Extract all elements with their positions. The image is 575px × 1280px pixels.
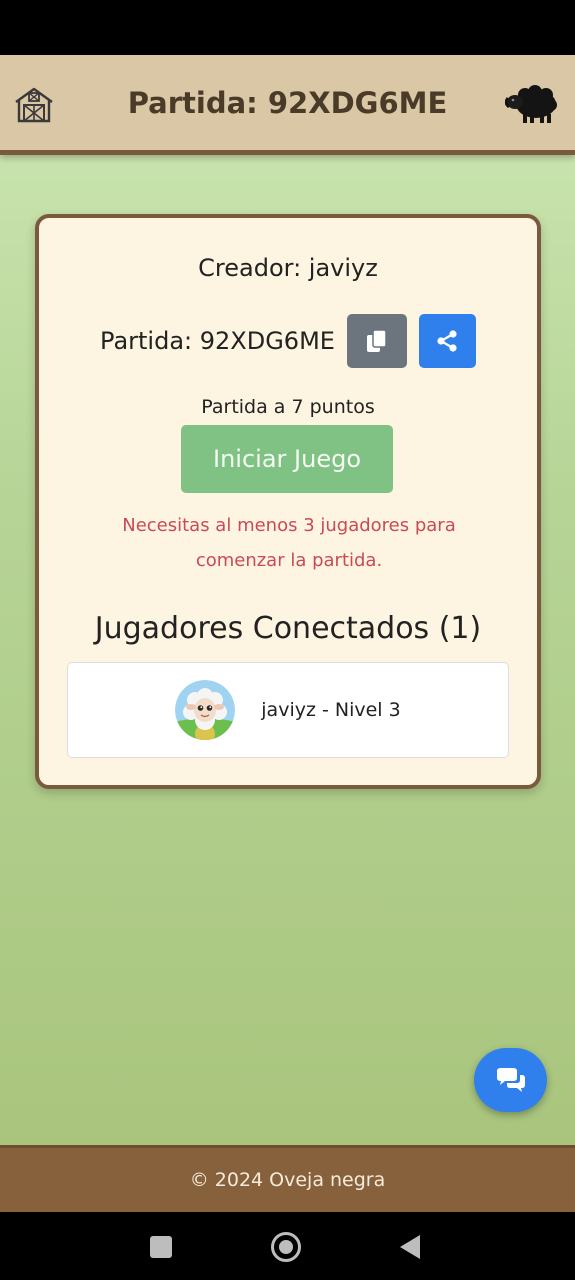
points-label: Partida a 7 puntos	[201, 396, 375, 418]
share-button[interactable]	[418, 314, 476, 368]
avatar	[175, 680, 236, 740]
game-code-row: Partida: 92XDG6ME	[39, 313, 537, 369]
app-header: Partida: 92XDG6ME	[0, 55, 575, 155]
page-title: Partida: 92XDG6ME	[127, 85, 448, 120]
chat-button[interactable]	[474, 1048, 547, 1112]
creator-label: Creador: javiyz	[198, 254, 378, 282]
start-game-button[interactable]: Iniciar Juego	[181, 425, 393, 493]
share-icon	[437, 330, 458, 352]
black-sheep-icon	[504, 85, 557, 123]
copy-icon	[366, 329, 387, 352]
home-button[interactable]	[12, 85, 56, 125]
player-name: javiyz - Nivel 3	[261, 699, 401, 721]
game-card: Creador: javiyz Partida: 92XDG6ME Partid…	[35, 214, 541, 789]
footer: © 2024 Oveja negra	[0, 1145, 575, 1212]
barn-icon	[15, 87, 53, 123]
main-area: Creador: javiyz Partida: 92XDG6ME Partid…	[0, 155, 575, 1145]
logo	[504, 81, 559, 125]
back-icon[interactable]	[400, 1235, 420, 1259]
chat-icon	[496, 1068, 525, 1092]
min-players-warning: Necesitas al menos 3 jugadores para come…	[122, 515, 456, 571]
system-nav-bar	[0, 1212, 575, 1280]
players-title: Jugadores Conectados (1)	[94, 611, 482, 646]
list-item: javiyz - Nivel 3	[67, 662, 509, 758]
sheep-avatar-icon	[175, 680, 236, 740]
copy-code-button[interactable]	[346, 314, 407, 368]
recent-apps-icon[interactable]	[150, 1236, 172, 1258]
home-circle-icon[interactable]	[271, 1232, 301, 1262]
status-bar	[0, 0, 575, 55]
game-code: Partida: 92XDG6ME	[100, 327, 335, 355]
